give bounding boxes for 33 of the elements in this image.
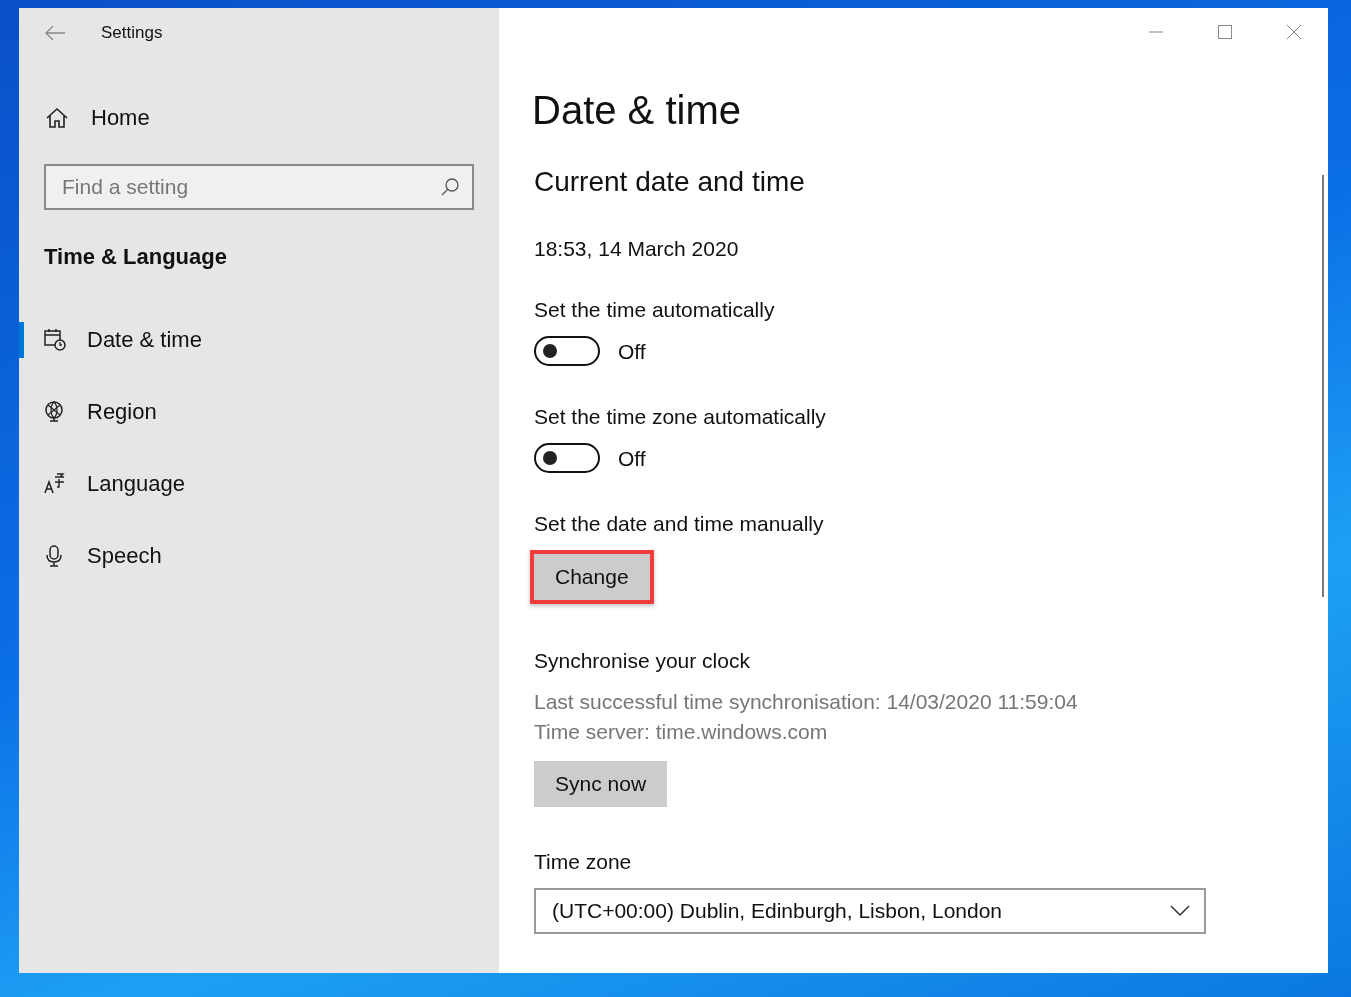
close-icon[interactable] [1285,24,1302,40]
toggle-switch[interactable] [534,443,600,473]
language-icon [43,472,67,496]
calendar-clock-icon [43,328,67,352]
sync-info-text: Last successful time synchronisation: 14/03/2020 11:59:04 [534,689,1079,715]
setting-label: Time zone [534,851,633,872]
window-title: Settings [101,23,163,43]
maximize-icon[interactable] [1216,24,1233,40]
section-label: Synchronise your clock [534,650,751,671]
current-date-time: 18:53, 14 March 2020 [534,238,740,259]
sidebar-item[interactable]: Speech [19,536,499,576]
sidebar-item[interactable]: Region [19,392,499,432]
chevron-down-icon [1170,905,1190,917]
setting-label: Set the time zone automatically [534,406,827,427]
toggle-state: Off [618,340,646,362]
sidebar-item[interactable]: Date & time [19,320,499,360]
search-field[interactable]: Find a setting [44,164,474,210]
section-heading: Time & Language [44,244,228,270]
section-heading: Current date and time [534,168,806,196]
page-title: Date & time [532,90,742,130]
back-arrow-icon[interactable] [44,25,66,41]
home-icon [45,106,69,130]
sync-info-text: Time server: time.windows.com [534,719,829,745]
sync-now-button[interactable]: Sync now [534,761,668,807]
search-icon [440,177,460,197]
toggle-switch[interactable] [534,336,600,366]
sidebar-item[interactable]: Language [19,464,499,504]
time-zone-dropdown[interactable]: (UTC+00:00) Dublin, Edinburgh, Lisbon, London [534,888,1206,934]
setting-label: Set the date and time manually [534,513,825,534]
toggle-state: Off [618,447,646,469]
home-nav-item[interactable]: Home [45,98,499,138]
scrollbar[interactable] [1322,175,1324,597]
setting-label: Set the time automatically [534,299,776,320]
